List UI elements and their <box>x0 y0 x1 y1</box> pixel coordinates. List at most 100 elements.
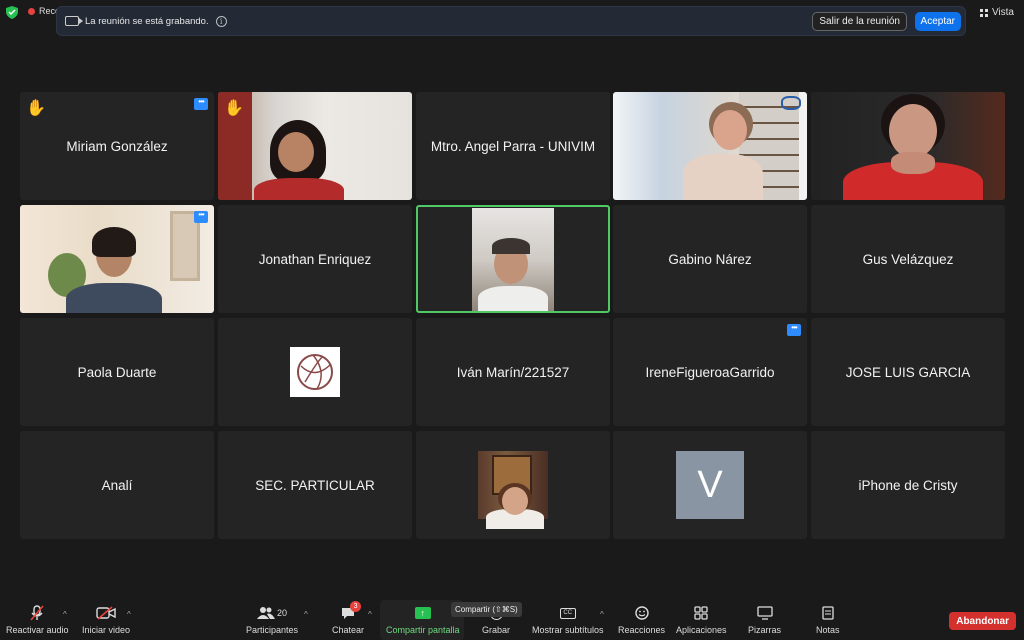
audio-options-chevron-icon[interactable]: ^ <box>63 610 67 619</box>
top-bar: Reco La reunión se está grabando. i Sali… <box>0 0 1024 36</box>
participant-video <box>472 208 554 311</box>
more-options-icon[interactable]: ••• <box>787 324 801 336</box>
subtitles-icon-wrap: CC <box>559 604 576 622</box>
participant-tile[interactable]: Gabino Nárez <box>613 205 807 313</box>
participant-tile[interactable]: ✋ <box>218 92 412 200</box>
accept-button[interactable]: Aceptar <box>914 12 961 31</box>
camera-icon <box>65 16 83 26</box>
participant-name: Gabino Nárez <box>668 251 752 267</box>
participant-name: Iván Marín/221527 <box>456 364 570 380</box>
participant-name: JOSE LUIS GARCIA <box>845 364 971 380</box>
leave-meeting-button[interactable]: Salir de la reunión <box>812 12 907 31</box>
unmute-label: Reactivar audio <box>6 625 69 635</box>
banner-message: La reunión se está grabando. <box>85 15 209 27</box>
chat-icon: 3 <box>341 601 362 622</box>
whiteboard-icon <box>756 604 773 622</box>
participant-tile[interactable] <box>218 318 412 426</box>
record-label: Grabar <box>482 625 511 635</box>
participant-tile[interactable]: Jonathan Enriquez <box>218 205 412 313</box>
notes-icon <box>822 604 834 622</box>
participant-name: iPhone de Cristy <box>858 477 958 493</box>
subtitles-chevron-icon[interactable]: ^ <box>600 610 604 619</box>
chat-unread-badge: 3 <box>350 601 362 612</box>
view-button[interactable]: Vista <box>979 7 1014 18</box>
subtitles-button[interactable]: CC Mostrar subtítulos <box>532 604 604 635</box>
grid-view-icon <box>979 8 988 17</box>
participant-video <box>613 92 807 200</box>
participant-tile[interactable] <box>416 431 610 539</box>
participant-name: Jonathan Enriquez <box>258 251 372 267</box>
chat-label: Chatear <box>332 625 365 635</box>
participant-tile[interactable]: Iván Marín/221527 <box>416 318 610 426</box>
chat-chevron-icon[interactable]: ^ <box>368 610 372 619</box>
share-screen-icon-wrap: ↑ <box>414 604 431 622</box>
participant-name: IreneFigueroaGarrido <box>645 364 775 380</box>
share-tooltip: Compartir (⇧⌘S) <box>451 602 522 617</box>
participant-tile[interactable]: Mtro. Angel Parra - UNIVIM <box>416 92 610 200</box>
more-options-icon[interactable]: ••• <box>194 211 208 223</box>
chat-button[interactable]: 3 Chatear <box>332 601 365 635</box>
video-off-icon <box>96 604 116 622</box>
raised-hand-icon: ✋ <box>224 100 244 117</box>
reactions-button[interactable]: Reacciones <box>618 604 665 635</box>
recording-banner: La reunión se está grabando. i Salir de … <box>56 6 966 36</box>
notes-button[interactable]: Notas <box>816 604 840 635</box>
participant-tile[interactable]: IreneFigueroaGarrido ••• <box>613 318 807 426</box>
video-options-chevron-icon[interactable]: ^ <box>127 610 131 619</box>
start-video-button[interactable]: Iniciar video <box>82 604 130 635</box>
microphone-muted-icon <box>30 604 44 622</box>
unmute-button[interactable]: Reactivar audio <box>6 604 69 635</box>
active-speaker-tile[interactable] <box>416 205 610 313</box>
info-icon[interactable]: i <box>215 15 227 27</box>
share-screen-label: Compartir pantalla <box>386 625 460 635</box>
participant-name: Miriam González <box>66 138 168 154</box>
whiteboards-button[interactable]: Pizarras <box>748 604 781 635</box>
apps-button[interactable]: Aplicaciones <box>676 604 727 635</box>
participants-button[interactable]: 20 Participantes <box>246 604 298 635</box>
participant-tile[interactable]: ••• <box>20 205 214 313</box>
participant-tile[interactable]: iPhone de Cristy <box>811 431 1005 539</box>
closed-captions-icon: CC <box>559 607 576 619</box>
subtitles-label: Mostrar subtítulos <box>532 625 604 635</box>
avatar-letter: V <box>676 451 744 519</box>
participant-tile[interactable]: V <box>613 431 807 539</box>
apps-label: Aplicaciones <box>676 625 727 635</box>
globe-logo-icon <box>297 354 333 390</box>
participants-chevron-icon[interactable]: ^ <box>304 610 308 619</box>
participant-tile[interactable] <box>613 92 807 200</box>
notes-label: Notas <box>816 625 840 635</box>
participants-icon: 20 <box>257 604 287 622</box>
share-screen-button[interactable]: ↑ Compartir pantalla <box>386 604 460 635</box>
participant-name: Paola Duarte <box>77 364 157 380</box>
participant-video <box>811 92 1005 200</box>
participant-video <box>218 92 412 200</box>
apps-icon <box>694 604 708 622</box>
more-options-icon[interactable]: ••• <box>194 98 208 110</box>
participant-tile[interactable]: Paola Duarte <box>20 318 214 426</box>
participant-video <box>20 205 214 313</box>
participant-tile[interactable]: JOSE LUIS GARCIA <box>811 318 1005 426</box>
smiley-icon <box>634 604 649 622</box>
participants-label: Participantes <box>246 625 299 635</box>
share-screen-icon: ↑ <box>414 607 431 619</box>
participant-tile[interactable]: Gus Velázquez <box>811 205 1005 313</box>
participant-tile[interactable]: Miriam González ✋ ••• <box>20 92 214 200</box>
reactions-label: Reacciones <box>618 625 666 635</box>
view-label: Vista <box>991 7 1014 18</box>
raised-hand-icon: ✋ <box>26 100 46 117</box>
participant-name: Analí <box>101 477 133 493</box>
profile-picture <box>290 347 340 397</box>
start-video-label: Iniciar video <box>82 625 131 635</box>
participant-name: Mtro. Angel Parra - UNIVIM <box>430 138 596 154</box>
leave-button[interactable]: Abandonar <box>949 612 1016 630</box>
participants-count: 20 <box>277 608 288 618</box>
whiteboards-label: Pizarras <box>748 625 782 635</box>
participant-tile[interactable] <box>811 92 1005 200</box>
participant-video <box>478 451 548 529</box>
participant-name: Gus Velázquez <box>862 251 954 267</box>
shield-icon <box>6 6 18 19</box>
participant-tile[interactable]: SEC. PARTICULAR <box>218 431 412 539</box>
participant-tile[interactable]: Analí <box>20 431 214 539</box>
record-dot-icon <box>28 7 35 15</box>
participant-name: SEC. PARTICULAR <box>255 477 375 493</box>
